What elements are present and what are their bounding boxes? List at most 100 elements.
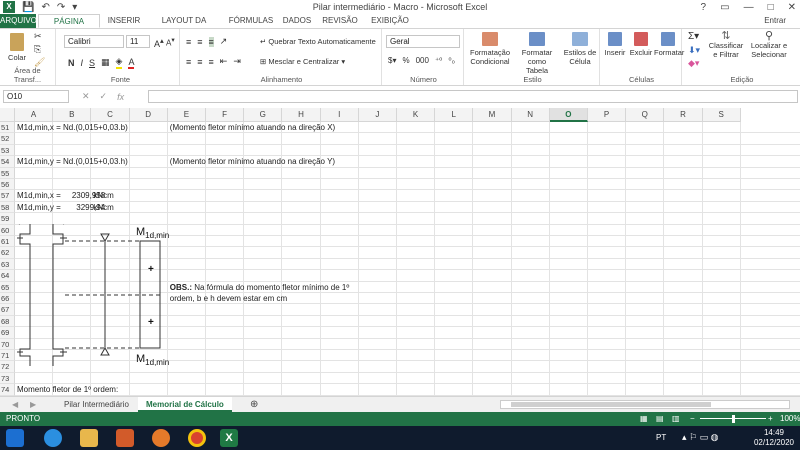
decrease-indent-icon[interactable]: ⇤ [220,56,228,67]
row-header-64[interactable]: 64 [0,270,15,282]
font-size-select[interactable]: 11 [126,35,150,48]
column-header-r[interactable]: R [664,108,703,122]
row-header-52[interactable]: 52 [0,133,15,145]
cut-icon[interactable]: ✂ [34,32,42,41]
currency-icon[interactable]: $▾ [388,56,396,65]
column-header-f[interactable]: F [206,108,245,122]
number-format-select[interactable]: Geral [386,35,460,48]
conditional-formatting-button[interactable]: Formatação Condicional [468,32,512,66]
align-middle-icon[interactable]: ≡ [197,37,202,47]
bold-button[interactable]: N [68,58,75,68]
file-explorer-icon[interactable] [80,429,98,447]
cancel-formula-icon[interactable]: ✕ [82,91,90,102]
wrap-text-button[interactable]: ↵ Quebrar Texto Automaticamente [260,37,376,46]
zoom-in-icon[interactable]: + [768,412,773,426]
row-header-73[interactable]: 73 [0,372,15,385]
cell-a51[interactable]: M1d,min,x = Nd.(0,015+0,03.b) [17,123,128,132]
excel-taskbar-icon[interactable]: X [220,429,238,447]
next-sheet-icon[interactable]: ▶ [22,397,44,412]
normal-view-icon[interactable]: ▦ [640,412,648,426]
merge-center-button[interactable]: ⊞ Mesclar e Centralizar ▾ [260,57,345,66]
row-header-67[interactable]: 67 [0,304,15,316]
minimize-button[interactable]: — [744,2,754,13]
row-header-59[interactable]: 59 [0,213,15,225]
column-header-c[interactable]: C [91,108,130,122]
align-center-icon[interactable]: ≡ [197,57,202,67]
column-header-n[interactable]: N [511,108,550,122]
firefox-icon[interactable] [152,429,170,447]
tab-insert[interactable]: INSERIR [104,14,144,28]
row-header-61[interactable]: 61 [0,236,15,248]
row-header-62[interactable]: 62 [0,247,15,259]
zoom-level[interactable]: 100% [780,412,800,426]
cell-e54[interactable]: (Momento fletor mínimo atuando na direçã… [170,157,335,166]
column-header-s[interactable]: S [702,108,741,122]
column-header-g[interactable]: G [244,108,283,122]
tray-icons[interactable]: ▴ ⚐ ▭ ◍ [682,432,718,443]
copy-icon[interactable]: ⎘ [34,45,41,54]
format-cells-button[interactable]: Formatar [654,32,684,57]
start-button-icon[interactable] [6,429,24,447]
restore-button[interactable]: □ [768,2,774,13]
column-header-q[interactable]: Q [626,108,665,122]
select-all-corner[interactable] [0,108,15,122]
cell-e51[interactable]: (Momento fletor mínimo atuando na direçã… [170,123,335,132]
align-left-icon[interactable]: ≡ [186,57,191,67]
font-name-select[interactable]: Calibri [64,35,124,48]
tab-page-layout[interactable]: LAYOUT DA PÁGINA [148,14,220,39]
borders-icon[interactable]: ▦ [101,57,110,68]
tab-home[interactable]: PÁGINA INICIAL [38,14,100,40]
increase-decimal-icon[interactable]: ⁺⁰ [435,56,442,65]
row-header-57[interactable]: 57 [0,190,15,202]
insert-function-button[interactable]: fx [117,92,124,102]
row-header-56[interactable]: 56 [0,179,15,191]
confirm-formula-icon[interactable]: ✓ [100,91,108,102]
chrome-icon[interactable] [188,429,206,447]
column-header-p[interactable]: P [588,108,627,122]
delete-cells-button[interactable]: Excluir [628,32,654,57]
zoom-out-icon[interactable]: − [690,412,695,426]
row-header-74[interactable]: 74 [0,384,15,396]
sheet-tab-memorial[interactable]: Memorial de Cálculo [138,397,232,412]
row-header-68[interactable]: 68 [0,315,15,328]
insert-cells-button[interactable]: Inserir [602,32,628,57]
row-header-69[interactable]: 69 [0,327,15,339]
page-layout-view-icon[interactable]: ▤ [656,412,664,426]
column-header-a[interactable]: A [15,108,54,122]
language-indicator[interactable]: PT [656,433,666,442]
tab-review[interactable]: REVISÃO [318,14,362,28]
paste-button[interactable]: Colar [6,33,28,62]
column-header-h[interactable]: H [282,108,321,122]
tab-data[interactable]: DADOS [280,14,314,28]
row-header-65[interactable]: 65 [0,281,15,293]
row-header-54[interactable]: 54 [0,156,15,168]
autosum-icon[interactable]: Σ▾ [688,32,699,42]
tab-view[interactable]: EXIBIÇÃO [366,14,414,28]
format-as-table-button[interactable]: Formatar como Tabela [512,32,562,75]
grow-font-icon[interactable]: A▴ [154,36,164,49]
horizontal-scrollbar[interactable] [500,400,790,409]
column-header-b[interactable]: B [53,108,92,122]
align-top-icon[interactable]: ≡ [186,37,191,47]
column-header-l[interactable]: L [435,108,474,122]
find-select-button[interactable]: ⚲ Localizar e Selecionar [746,31,792,60]
fill-color-icon[interactable]: ◈ [115,56,123,69]
internet-explorer-icon[interactable] [44,429,62,447]
cell-c58[interactable]: kNcm [93,203,113,212]
column-header-e[interactable]: E [167,108,206,122]
name-box[interactable]: O10 [3,90,69,103]
comma-icon[interactable]: 000 [416,56,429,65]
row-header-53[interactable]: 53 [0,144,15,157]
underline-button[interactable]: S [89,58,95,68]
increase-indent-icon[interactable]: ⇥ [233,56,241,67]
tab-formulas[interactable]: FÓRMULAS [226,14,276,28]
row-header-66[interactable]: 66 [0,293,15,305]
cell-c57[interactable]: kNcm [93,191,113,200]
close-button[interactable]: ✕ [788,2,796,13]
sign-in-link[interactable]: Entrar [764,14,786,28]
percent-icon[interactable]: % [402,56,409,65]
worksheet-grid[interactable]: A B C D E F G H I J K L M N O P Q R S 51 52 53 54 55 56 57 58 59 60 6… [0,108,800,396]
row-header-70[interactable]: 70 [0,338,15,350]
row-header-51[interactable]: 51 [0,122,15,134]
horizontal-scroll-thumb[interactable] [511,402,711,407]
